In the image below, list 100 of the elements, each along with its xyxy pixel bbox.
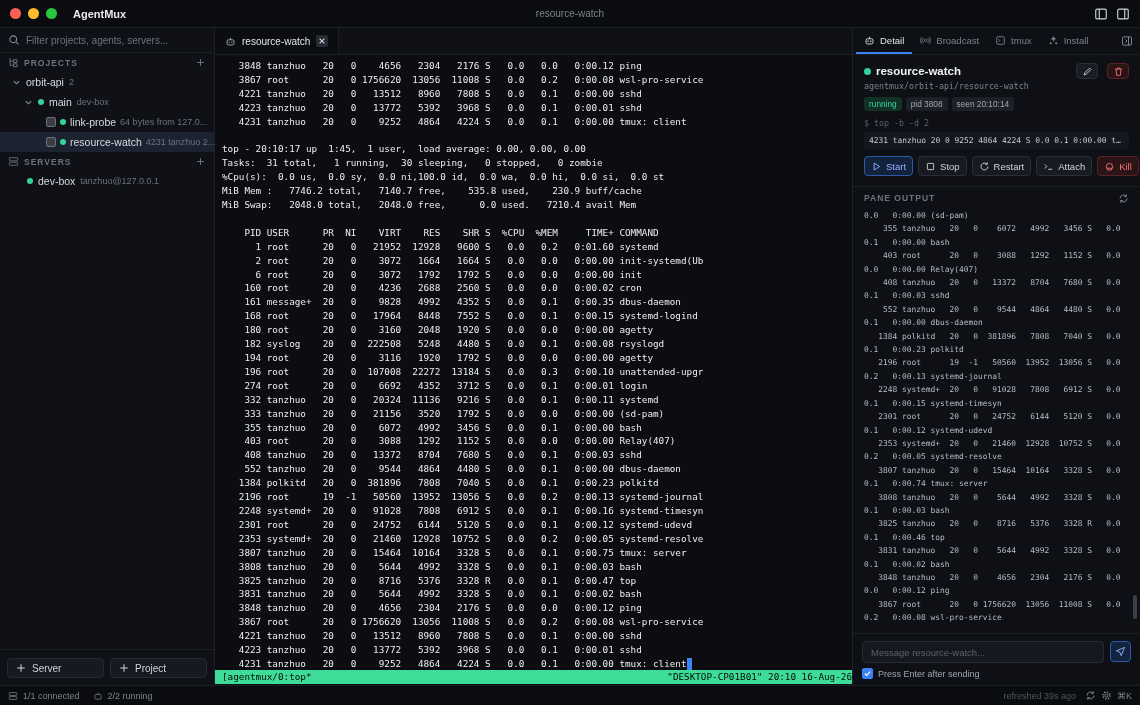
play-icon [871, 160, 882, 172]
section-title: SERVERS [24, 156, 72, 167]
agent-detail: 64 bytes from 127.0... [120, 116, 208, 128]
delete-button[interactable] [1107, 63, 1129, 79]
terminal-line: PID USER PR NI VIRT RES SHR S %CPU %MEM TIME+ COMMAND [243, 225, 660, 240]
running-status: 2/2 running [107, 690, 153, 701]
section-title: PANE OUTPUT [864, 193, 936, 203]
terminal-line: 2301 root 20 0 24752 6144 5120 S 0.0 0.1 0:00.12 systemd-udevd [237, 517, 693, 532]
add-button[interactable]: Server [7, 658, 104, 678]
badge: seen 20:10:14 [951, 97, 1015, 111]
checkbox[interactable] [46, 117, 56, 127]
panel-tab[interactable]: Detail [856, 28, 913, 54]
terminal-line: 161 message+ 20 0 9828 4992 4352 S 0.0 0.1 0:00.35 dbus-daemon [243, 295, 681, 310]
add-icon[interactable] [195, 156, 206, 167]
robot-icon [225, 35, 236, 47]
status-dot [864, 67, 871, 75]
window-minimize-button[interactable] [28, 8, 39, 19]
add-icon[interactable] [195, 57, 206, 68]
checkbox[interactable] [46, 137, 56, 147]
tmux-status-right: "DESKTOP-CP01B01" 20:10 16-Aug-26 [667, 670, 852, 684]
restart-icon [978, 160, 990, 172]
agent-title: resource-watch [876, 65, 961, 77]
close-icon[interactable] [318, 37, 327, 45]
checkbox[interactable] [862, 668, 873, 679]
terminal-line: 1384 polkitd 20 0 381896 7808 7040 S 0.0 0.1 0:00.23 polkitd [237, 476, 659, 491]
badge: pid 3808 [905, 97, 948, 111]
branch-item[interactable]: main dev-box [0, 92, 214, 112]
start-button[interactable]: Start [864, 156, 914, 176]
terminal-line: 180 root 20 0 3160 2048 1920 S 0.0 0.0 0:00.00 agetty [243, 323, 653, 338]
terminal-line: 2353 systemd+ 20 0 21460 12928 10752 S 0.0 0.2 0:00.05 systemd-resolve [237, 531, 704, 546]
editor-tab[interactable]: resource-watch [215, 28, 340, 54]
terminal-line: 194 root 20 0 3116 1920 1792 S 0.0 0.0 0:00.00 agetty [243, 351, 653, 365]
terminal-line: 2248 systemd+ 20 0 91028 7808 6912 S 0.0 0.1 0:00.16 systemd-timesyn [237, 503, 704, 518]
settings-icon[interactable] [1101, 690, 1112, 701]
connection-status: 1/1 connected [23, 690, 80, 701]
search-icon [8, 34, 20, 46]
terminal-line: 552 tanzhuo 20 0 9544 4864 4480 S 0.0 0.1 0:00.00 dbus-daemon [243, 462, 681, 477]
terminal-line: 3848 tanzhuo 20 0 4656 2304 2176 S 0.0 0.0 0:00.12 ping [237, 59, 643, 73]
left-sidebar-toggle-icon[interactable] [1094, 6, 1108, 21]
terminal-line: 3825 tanzhuo 20 0 8716 5376 3328 R 0.0 0.1 0:00.47 top [237, 573, 637, 588]
plus-icon [119, 663, 129, 673]
message-field[interactable]: Message resource-watch... [862, 641, 1104, 663]
project-item[interactable]: orbit-api 2 [0, 72, 214, 92]
refresh-icon[interactable] [1085, 690, 1096, 701]
terminal-line: 4223 tanzhuo 20 0 13772 5392 3968 S 0.0 0.1 0:00.01 sshd [237, 100, 643, 115]
edit-button[interactable] [1076, 63, 1098, 79]
terminal-line: 6 root 20 0 3072 1792 1792 S 0.0 0.0 0:00.00 init [254, 267, 642, 282]
agent-detail: 4231 tanzhuo 2... [145, 136, 216, 148]
skull-icon [1104, 160, 1116, 172]
terminal-line: Tasks: 31 total, 1 running, 30 sleeping, 0 stopped, 0 zombie [222, 156, 604, 171]
terminal-line: 168 root 20 0 17964 8448 7552 S 0.0 0.1 0:00.15 systemd-logind [243, 309, 698, 324]
kill-button[interactable]: Kill [1097, 156, 1139, 176]
terminal-line: 3808 tanzhuo 20 0 5644 4992 3328 S 0.0 0.1 0:00.03 bash [237, 559, 642, 574]
collapse-panel-icon[interactable] [1121, 35, 1133, 47]
panel-tab[interactable]: tmux [987, 28, 1040, 54]
scrollbar-thumb[interactable] [1133, 595, 1137, 619]
restart-button[interactable]: Restart [971, 156, 1032, 176]
send-button[interactable] [1110, 641, 1131, 662]
right-sidebar-toggle-icon[interactable] [1116, 6, 1130, 21]
terminal-line: 332 tanzhuo 20 0 20324 11136 9216 S 0.0 0.1 0:00.11 systemd [243, 392, 659, 407]
app-name: AgentMux [73, 7, 127, 20]
terminal-line: 182 syslog 20 0 222508 5248 4480 S 0.0 0.1 0:00.08 rsyslogd [243, 337, 665, 351]
terminal-line: 2 root 20 0 3072 1664 1664 S 0.0 0.0 0:00.00 init-systemd(Ub [254, 253, 704, 268]
command-text: $ top -b -d 2 [864, 118, 930, 128]
terminal-line: %Cpu(s): 0.0 us, 0.0 sy, 0.0 ni,100.0 id, 0.0 wa, 0.0 hi, 0.0 si, 0.0 st [222, 170, 666, 185]
terminal-line: top - 20:10:17 up 1:45, 1 user, load average: 0.00, 0.00, 0.00 [222, 142, 587, 157]
agent-item[interactable]: link-probe 64 bytes from 127.0... [0, 112, 214, 132]
terminal-line: 3807 tanzhuo 20 0 15464 10164 3328 S 0.0 0.1 0:00.75 tmux: server [237, 545, 687, 560]
terminal-line: MiB Swap: 2048.0 total, 2048.0 free, 0.0 used. 7210.4 avail Mem [222, 198, 638, 212]
shortcut-hint: ⌘K [1117, 690, 1132, 701]
terminal-line: 355 tanzhuo 20 0 6072 4992 3456 S 0.0 0.1 0:00.00 bash [243, 420, 642, 435]
server-icon [8, 690, 18, 701]
panel-tab[interactable]: Install [1039, 28, 1097, 54]
terminal-line: 3867 root 20 0 1756620 13056 11008 S 0.0 0.2 0:00.08 wsl-pro-service [237, 72, 705, 87]
terminal-line: 3831 tanzhuo 20 0 5644 4992 3328 S 0.0 0.1 0:00.02 bash [237, 587, 642, 602]
search-field[interactable]: Filter projects, agents, servers... [26, 34, 206, 46]
refresh-time: refreshed 39s ago [1003, 690, 1076, 701]
section-title: PROJECTS [24, 57, 78, 68]
agent-name: resource-watch [70, 136, 142, 148]
server-icon [8, 156, 19, 167]
agent-item[interactable]: resource-watch 4231 tanzhuo 2... [0, 132, 214, 152]
refresh-icon[interactable] [1118, 192, 1129, 204]
terminal-line: 2196 root 19 -1 50560 13952 13056 S 0.0 0.2 0:00.13 systemd-journal [237, 490, 704, 504]
terminal-line: 196 root 20 0 107008 22272 13184 S 0.0 0.3 0:00.10 unattended-upgr [243, 364, 704, 379]
add-button[interactable]: Project [110, 658, 207, 678]
server-item[interactable]: dev-box tanzhuo@127.0.0.1 [0, 171, 214, 191]
terminal-line: 4231 tanzhuo 20 0 9252 4864 4224 S 0.0 0.1 0:00.00 tmux: client [237, 656, 687, 670]
robot-icon [864, 34, 875, 46]
panel-tab[interactable]: Broadcast [912, 28, 988, 54]
attach-button[interactable]: Attach [1036, 156, 1093, 176]
sparkle-icon [1047, 34, 1059, 46]
window-close-button[interactable] [10, 8, 21, 19]
window-maximize-button[interactable] [46, 8, 57, 19]
terminal-line: 4231 tanzhuo 20 0 9252 4864 4224 S 0.0 0.1 0:00.00 tmux: client [237, 114, 688, 129]
terminal-line: 4221 tanzhuo 20 0 13512 8960 7808 S 0.0 0.1 0:00.00 sshd [237, 86, 643, 101]
stop-button[interactable]: Stop [918, 156, 967, 176]
terminal-line: 408 tanzhuo 20 0 13372 8704 7680 S 0.0 0.1 0:00.03 sshd [243, 448, 642, 463]
terminal-line: 403 root 20 0 3088 1292 1152 S 0.0 0.0 0:00.00 Relay(407) [243, 434, 676, 449]
robot-icon [92, 690, 103, 701]
trash-icon [1112, 65, 1124, 77]
